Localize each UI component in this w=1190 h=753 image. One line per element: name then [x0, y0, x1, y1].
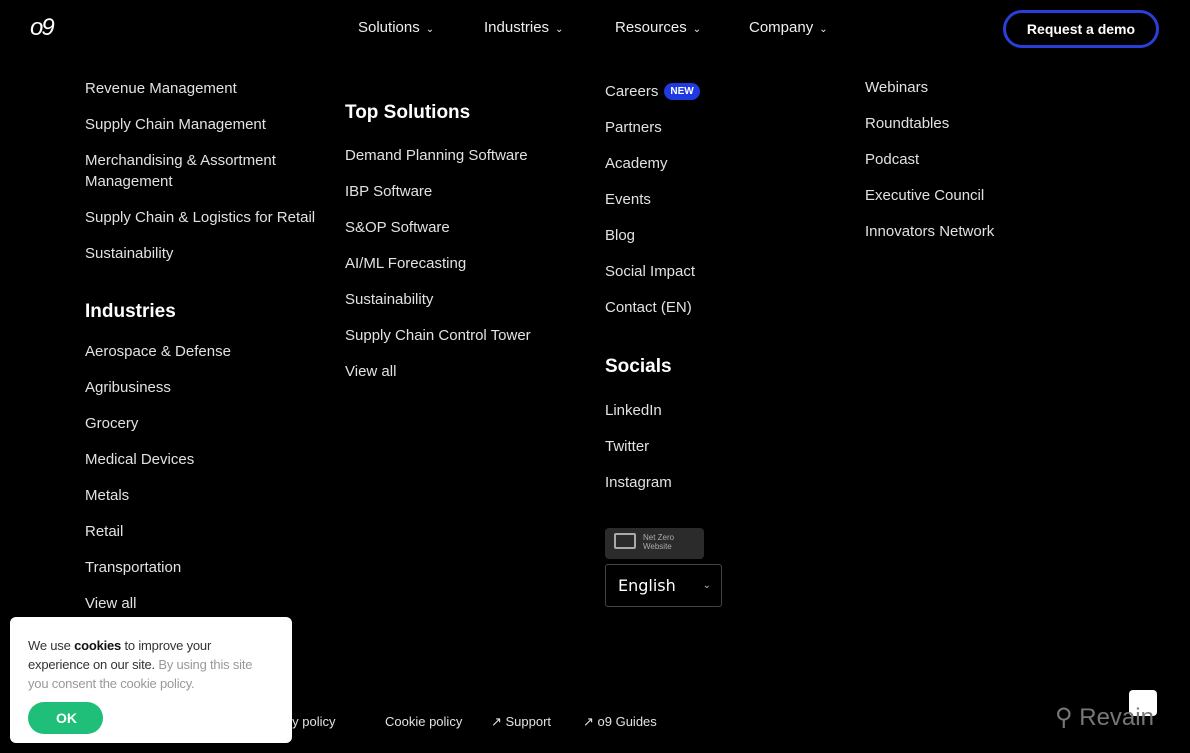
footer-link[interactable]: Sustainability — [345, 289, 531, 310]
footer-link[interactable]: Aerospace & Defense — [85, 341, 231, 362]
support-label: Support — [505, 714, 552, 729]
footer-link[interactable]: Grocery — [85, 413, 231, 434]
nav-company[interactable]: Company ⌄ — [749, 19, 828, 36]
watermark-text: Revain — [1079, 704, 1154, 731]
revain-watermark: ⚲ Revain — [1055, 703, 1154, 732]
company-list: About o9 CareersNEW Partners Academy Eve… — [605, 45, 700, 333]
nav-label: Resources — [615, 19, 687, 36]
footer-link[interactable]: Supply Chain & Logistics for Retail — [85, 207, 315, 228]
industries-heading: Industries — [85, 301, 176, 322]
footer-link[interactable]: Merchandising & Assortment Management — [85, 150, 305, 192]
footer-link[interactable]: AI/ML Forecasting — [345, 253, 531, 274]
footer-link[interactable]: Agribusiness — [85, 377, 231, 398]
nav-label: Company — [749, 19, 814, 36]
footer-link[interactable]: Roundtables — [865, 113, 994, 134]
footer-link[interactable]: Executive Council — [865, 185, 994, 206]
nav-resources[interactable]: Resources ⌄ — [615, 19, 701, 36]
netzero-text: Net Zero — [643, 533, 675, 542]
footer-link[interactable]: Academy — [605, 153, 700, 174]
top-solutions-list: Demand Planning Software IBP Software S&… — [345, 145, 531, 397]
footer-link[interactable]: S&OP Software — [345, 217, 531, 238]
language-value: English — [618, 576, 676, 595]
guides-label: o9 Guides — [597, 714, 657, 729]
footer-link[interactable]: View all — [85, 593, 231, 614]
footer-link[interactable]: Blog — [605, 225, 700, 246]
socials-list: LinkedIn Twitter Instagram — [605, 400, 672, 508]
footer-link[interactable]: Social Impact — [605, 261, 700, 282]
new-badge: NEW — [664, 83, 700, 100]
nav-label: Solutions — [358, 19, 420, 36]
revain-logo-icon: ⚲ — [1055, 704, 1080, 731]
chevron-down-icon: ⌄ — [819, 24, 828, 35]
footer-link[interactable]: Supply Chain Control Tower — [345, 325, 531, 346]
cookie-text-bold: cookies — [74, 638, 122, 653]
footer-link[interactable]: Revenue Management — [85, 78, 315, 99]
footer-link[interactable]: Supply Chain Management — [85, 114, 315, 135]
top-solutions-heading: Top Solutions — [345, 102, 471, 123]
chevron-down-icon: ⌄ — [425, 24, 435, 35]
cookie-ok-button[interactable]: OK — [28, 702, 103, 734]
footer-link[interactable]: Webinars — [865, 77, 994, 98]
netzero-text: Website — [643, 542, 672, 551]
nav-solutions[interactable]: Solutions ⌄ — [358, 19, 434, 36]
nav-label: Industries — [484, 19, 550, 36]
footer-link[interactable]: Demand Planning Software — [345, 145, 531, 166]
socials-heading: Socials — [605, 356, 672, 377]
request-demo-button[interactable]: Request a demo — [1003, 10, 1159, 48]
guides-link[interactable]: ↗ o9 Guides — [583, 714, 657, 730]
footer-link[interactable]: Events — [605, 189, 700, 210]
cookie-banner: We use cookies to improve your experienc… — [10, 617, 292, 743]
industries-list: Aerospace & Defense Agribusiness Grocery… — [85, 341, 231, 629]
footer-link[interactable]: Transportation — [85, 557, 231, 578]
instagram-link[interactable]: Instagram — [605, 472, 672, 493]
footer-link[interactable]: IBP Software — [345, 181, 531, 202]
footer-link[interactable]: Innovators Network — [865, 221, 994, 242]
footer-link[interactable]: Podcast — [865, 149, 994, 170]
resources-list: Webinars Roundtables Podcast Executive C… — [865, 77, 994, 257]
monitor-icon — [614, 533, 636, 549]
twitter-link[interactable]: Twitter — [605, 436, 672, 457]
cookie-policy-link[interactable]: Cookie policy — [385, 714, 462, 729]
chevron-down-icon: ⌄ — [702, 580, 711, 591]
language-select[interactable]: English ⌄ — [605, 564, 722, 607]
external-arrow-icon: ↗ — [491, 714, 506, 729]
careers-link[interactable]: Careers NEW — [605, 81, 700, 102]
external-arrow-icon: ↗ — [583, 714, 598, 729]
footer-link[interactable]: Sustainability — [85, 243, 315, 264]
footer-link[interactable]: Contact (EN) — [605, 297, 700, 318]
support-link[interactable]: ↗ Support — [491, 714, 551, 730]
footer-link[interactable]: Medical Devices — [85, 449, 231, 470]
chevron-down-icon: ⌄ — [555, 24, 564, 35]
footer-link[interactable]: Partners — [605, 117, 700, 138]
top-nav: o9 Solutions ⌄ Industries ⌄ Resources ⌄ Com… — [0, 0, 1190, 60]
net-zero-badge[interactable]: Net Zero Website — [605, 528, 704, 559]
logo[interactable]: o9 — [30, 14, 55, 42]
linkedin-link[interactable]: LinkedIn — [605, 400, 672, 421]
solutions-list: Revenue Management Supply Chain Manageme… — [85, 78, 315, 279]
cookie-text-part: We use — [28, 638, 75, 653]
footer-link[interactable]: Retail — [85, 521, 231, 542]
footer-link[interactable]: View all — [345, 361, 531, 382]
cookie-text: We use cookies to improve your experienc… — [28, 636, 274, 693]
footer-link[interactable]: Metals — [85, 485, 231, 506]
nav-industries[interactable]: Industries ⌄ — [484, 19, 563, 36]
careers-label: Careers — [605, 83, 659, 100]
chevron-down-icon: ⌄ — [692, 24, 702, 35]
